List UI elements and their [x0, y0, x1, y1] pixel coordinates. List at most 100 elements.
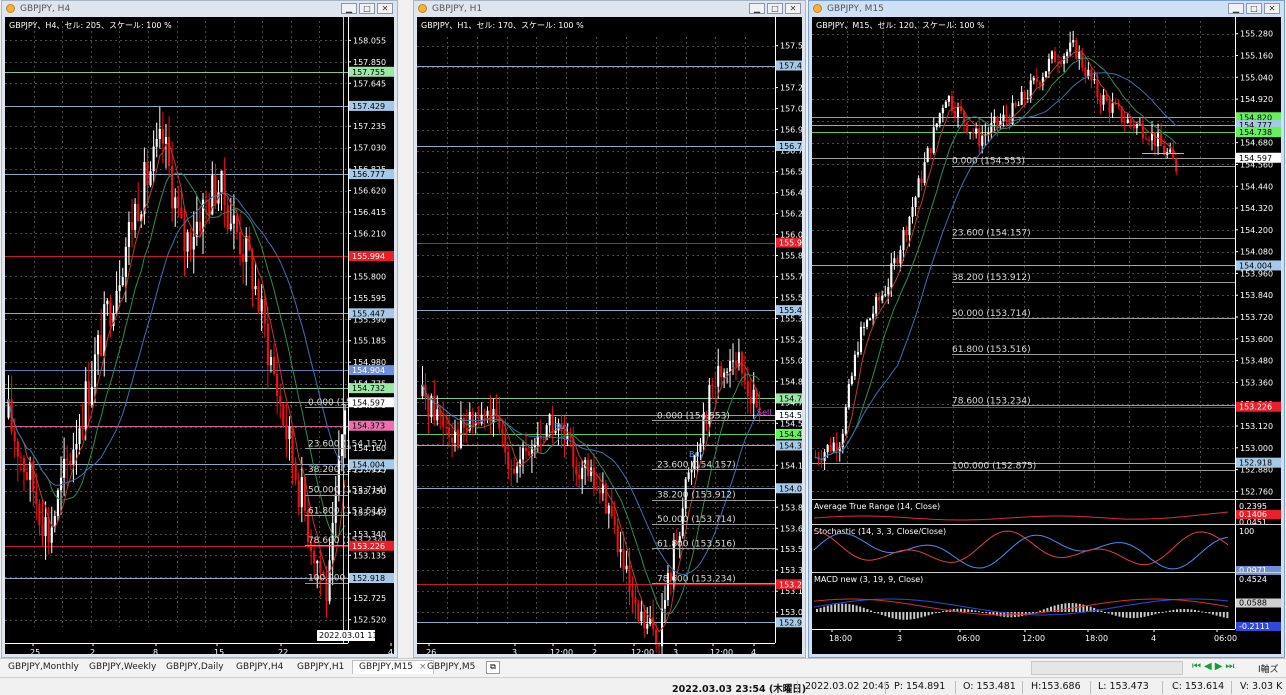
macd-histogram-bar	[913, 612, 916, 619]
candle-body	[100, 334, 103, 356]
chart-window-m15[interactable]: GBPJPY, M15 ▁ □ ✕ 0.000 (154.553) 23.600 …	[808, 0, 1285, 658]
candle-body	[1023, 91, 1026, 100]
candle-body	[459, 417, 462, 448]
price-chart[interactable]: 0.000 (154.553) 23.600 (154.157) 38.200 (1…	[812, 17, 1281, 654]
tab-close-icon[interactable]: ×	[419, 662, 427, 672]
minimize-button[interactable]: ▁	[341, 3, 357, 14]
indicator-value-label: 0.4524	[1239, 575, 1267, 584]
macd-histogram-bar	[895, 612, 898, 619]
candle-body	[456, 429, 460, 448]
new-tab-icon[interactable]: ⧉	[486, 661, 500, 674]
candle-body	[996, 116, 999, 126]
close-button[interactable]: ✕	[377, 3, 393, 14]
time-tick-label: 3	[673, 648, 678, 654]
candle-body	[516, 466, 519, 474]
price-tick-label: 155.720	[780, 272, 802, 281]
candle-body	[127, 222, 131, 247]
macd-histogram-bar	[967, 609, 970, 612]
maximize-button[interactable]: □	[359, 3, 375, 14]
macd-histogram-bar	[1068, 603, 1070, 612]
chart-window-icon	[418, 4, 427, 13]
minimize-button[interactable]: ▁	[1228, 3, 1244, 14]
candle-body	[953, 110, 957, 118]
window-titlebar[interactable]: GBPJPY, H1 ▁ □ ✕	[414, 1, 805, 17]
maximize-button[interactable]: □	[1246, 3, 1262, 14]
window-titlebar[interactable]: GBPJPY, M15 ▁ □ ✕	[809, 1, 1284, 17]
status-low: L: 153.473	[1098, 681, 1149, 692]
tab-h4[interactable]: GBPJPY,H4	[236, 662, 283, 672]
price-tick-label: 153.960	[1240, 269, 1273, 278]
price-tick-label: 156.910	[780, 126, 802, 135]
tab-m15[interactable]: GBPJPY,M15 ×	[352, 660, 434, 674]
status-bar-time: 2022.03.02 20:45	[805, 681, 890, 692]
price-tick-label: 152.760	[1240, 487, 1273, 496]
macd-histogram-bar	[873, 612, 876, 613]
macd-histogram-bar	[1172, 609, 1175, 612]
candle-body	[436, 409, 439, 421]
candle-body	[631, 590, 634, 598]
price-chart[interactable]: 0.000 (154.553) 23.600 (154.157) 38.200 (1…	[417, 17, 802, 654]
macd-histogram-bar	[1208, 612, 1211, 614]
tab-monthly[interactable]: GBPJPY,Monthly	[8, 662, 79, 672]
candle-body	[75, 443, 78, 450]
candle-body	[260, 299, 263, 312]
price-tick-label: 156.570	[780, 168, 802, 177]
tab-daily[interactable]: GBPJPY,Daily	[166, 662, 224, 672]
macd-histogram-bar	[859, 606, 862, 612]
price-badge-label: 154.597	[779, 411, 802, 420]
price-badge-label: 154.004	[352, 460, 385, 469]
tab-h1[interactable]: GBPJPY,H1	[297, 662, 344, 672]
minimize-button[interactable]: ▁	[749, 3, 765, 14]
candle-body	[938, 113, 941, 124]
candle-body	[1157, 133, 1160, 147]
chart-window-h4[interactable]: GBPJPY, H4 ▁ □ ✕ 0.000 (154.553) 23.600 (…	[1, 0, 398, 658]
candle-body	[911, 207, 914, 217]
price-badge-label: 154.597	[1239, 154, 1272, 163]
candle-body	[161, 128, 164, 144]
macd-histogram-bar	[985, 612, 988, 614]
candle-body	[987, 132, 990, 135]
price-chart[interactable]: 0.000 (154.553) 23.600 (154.157) 38.200 (1…	[5, 17, 394, 654]
macd-histogram-bar	[1114, 612, 1117, 616]
price-badge-label: 154.732	[779, 394, 802, 403]
close-button[interactable]: ✕	[1264, 3, 1280, 14]
candle-body	[13, 431, 16, 442]
maximize-button[interactable]: □	[767, 3, 783, 14]
price-tick-label: 153.680	[780, 524, 802, 533]
macd-histogram-bar	[884, 612, 887, 617]
candle-body	[981, 135, 984, 146]
candle-body	[1084, 67, 1087, 77]
price-tick-label: 153.000	[1240, 444, 1273, 453]
candle-body	[731, 360, 735, 362]
chart-navigation-icons[interactable]: ⏮◀▶⏭	[1192, 661, 1237, 672]
price-tick-label: 153.360	[1240, 378, 1273, 387]
price-tick-label: 157.250	[780, 84, 802, 93]
candle-body	[1123, 122, 1126, 124]
trade-mark-label: Buy	[554, 422, 570, 431]
candle-body	[38, 503, 41, 526]
price-badge-label: 154.597	[352, 398, 385, 407]
candle-body	[875, 296, 878, 314]
tab-weekly[interactable]: GBPJPY,Weekly	[89, 662, 156, 672]
price-tick-label: 154.200	[1240, 226, 1273, 235]
candle-body	[343, 410, 347, 435]
close-button[interactable]: ✕	[785, 3, 801, 14]
chart-canvas[interactable]: 0.000 (154.553)23.600 (154.157)38.200 (1…	[5, 17, 394, 654]
horizontal-scrollbar[interactable]	[1031, 661, 1183, 675]
candle-body	[1153, 132, 1157, 147]
status-datetime: 2022.03.03 23:54 (木曜日)	[672, 684, 807, 695]
chart-canvas[interactable]: 0.000 (154.553)23.600 (154.157)38.200 (1…	[417, 17, 802, 654]
window-titlebar[interactable]: GBPJPY, H4 ▁ □ ✕	[2, 1, 397, 17]
candle-body	[504, 434, 507, 453]
candle-body	[50, 527, 53, 543]
candle-body	[1078, 52, 1081, 59]
price-tick-label: 152.725	[353, 594, 386, 603]
candle-body	[714, 386, 717, 388]
chart-canvas[interactable]: 0.000 (154.553)23.600 (154.157)38.200 (1…	[812, 17, 1281, 654]
chart-window-h1[interactable]: GBPJPY, H1 ▁ □ ✕ 0.000 (154.553) 23.600 (…	[413, 0, 806, 658]
tab-m5[interactable]: GBPJPY,M5	[427, 662, 475, 672]
candle-body	[655, 629, 658, 645]
time-tick-label: 15	[214, 648, 224, 654]
candle-body	[72, 449, 75, 465]
candle-body	[164, 136, 168, 144]
